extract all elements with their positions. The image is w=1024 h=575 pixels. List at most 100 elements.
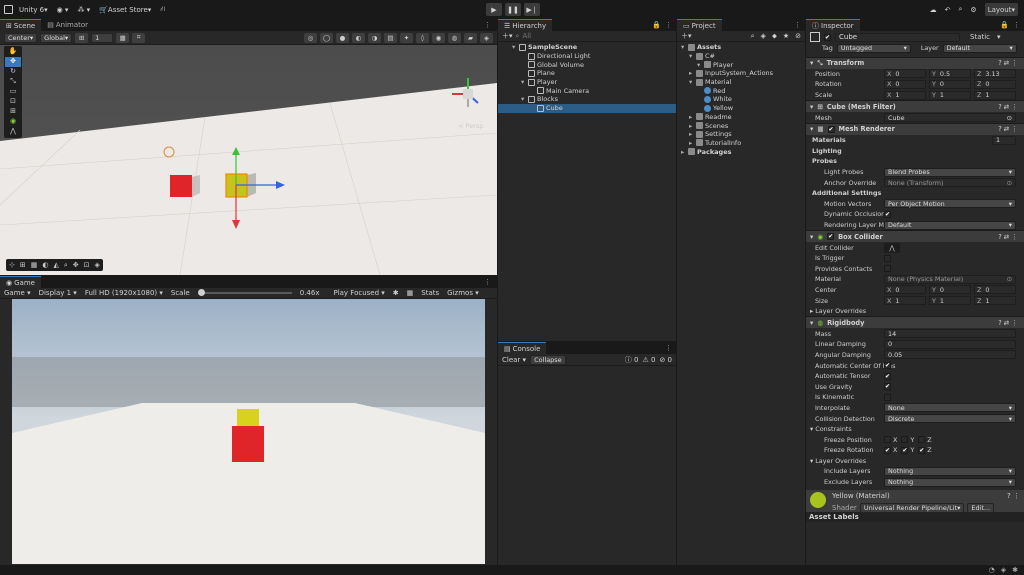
material-header[interactable]: Yellow (Material) Shader Universal Render… bbox=[806, 490, 1024, 514]
transform-header[interactable]: ▾ ⤡ Transform? ⇄ ⋮ bbox=[806, 56, 1024, 69]
active-checkbox[interactable]: ✔ bbox=[824, 33, 831, 41]
size-x[interactable]: X1 bbox=[884, 296, 926, 306]
project-item[interactable]: ▸ InputSystem_Actions bbox=[677, 69, 805, 78]
pivot-dropdown[interactable]: Center ▾ bbox=[4, 32, 38, 43]
expand-arrow-icon[interactable]: ▸ bbox=[689, 130, 696, 138]
light-probes-dropdown[interactable]: Blend Probes ▾ bbox=[884, 167, 1016, 177]
source-control-icon[interactable]: ⛙ bbox=[157, 3, 168, 16]
project-item[interactable]: ▸ Settings bbox=[677, 130, 805, 139]
scale-x[interactable]: X1 bbox=[884, 90, 926, 100]
project-item[interactable]: ▾ Assets bbox=[677, 43, 805, 52]
edit-collider-tool-icon[interactable]: ⋀ bbox=[5, 127, 21, 137]
auto-tensor-checkbox[interactable]: ✔ bbox=[884, 372, 891, 380]
freeze-rot-y[interactable]: ✔ bbox=[901, 446, 909, 454]
mute-audio-icon[interactable]: ✱ bbox=[393, 289, 399, 297]
2d-toggle-icon[interactable]: ▤ bbox=[384, 32, 397, 43]
mass-field[interactable]: 14 bbox=[884, 329, 1016, 339]
expand-arrow-icon[interactable]: ▸ bbox=[689, 139, 696, 147]
settings-icon[interactable]: ⚙ bbox=[970, 6, 976, 14]
view-left-icon[interactable]: ⊞ bbox=[20, 261, 26, 269]
project-menu-icon[interactable]: ⋮ bbox=[794, 21, 801, 29]
materials-row[interactable]: Materials 1 bbox=[806, 135, 1024, 146]
hierarchy-lock-icon[interactable]: 🔒 bbox=[652, 21, 661, 29]
project-search-icon[interactable]: ⌕ bbox=[751, 32, 755, 41]
materials-count[interactable]: 1 bbox=[992, 135, 1016, 145]
lighting-toggle-icon[interactable]: ✦ bbox=[400, 32, 413, 43]
exclude-layers-dropdown[interactable]: Nothing ▾ bbox=[884, 477, 1016, 487]
layout-dropdown[interactable]: Layout ▾ bbox=[984, 3, 1018, 16]
audio-toggle-icon[interactable]: ◊ bbox=[416, 32, 429, 43]
box-collider-menu-icon[interactable]: ? ⇄ ⋮ bbox=[998, 233, 1018, 241]
mesh-filter-menu-icon[interactable]: ? ⇄ ⋮ bbox=[998, 103, 1018, 111]
center-z[interactable]: Z0 bbox=[974, 285, 1016, 295]
expand-arrow-icon[interactable]: ▾ bbox=[521, 95, 528, 103]
additional-settings-row[interactable]: Additional Settings bbox=[806, 188, 1024, 199]
freeze-rot-x[interactable]: ✔ bbox=[884, 446, 891, 454]
scale-slider[interactable] bbox=[197, 289, 292, 296]
hierarchy-item[interactable]: ▾ SampleScene bbox=[498, 43, 676, 52]
log-filter-button[interactable]: ⓘ 0 bbox=[625, 355, 639, 365]
pause-button[interactable]: ❚❚ bbox=[505, 3, 521, 16]
tab-inspector[interactable]: ⓘ Inspector bbox=[806, 19, 860, 31]
project-hidden-icon[interactable]: ⊘ bbox=[795, 32, 801, 40]
expand-arrow-icon[interactable]: ▸ bbox=[681, 148, 688, 156]
expand-arrow-icon[interactable]: ▸ bbox=[689, 113, 696, 121]
size-y[interactable]: Y1 bbox=[929, 296, 971, 306]
edit-collider-button[interactable]: ⋀ bbox=[884, 242, 900, 253]
resolution-dropdown[interactable]: Full HD (1920x1080) ▾ bbox=[85, 289, 163, 297]
view-orbit-icon[interactable]: ◐ bbox=[42, 261, 48, 269]
hand-tool-icon[interactable]: ✋ bbox=[5, 47, 21, 57]
static-dropdown[interactable]: ▾ bbox=[997, 33, 1001, 41]
position-x[interactable]: X0 bbox=[884, 69, 926, 79]
project-star-icon[interactable]: ★ bbox=[783, 32, 789, 40]
center-x[interactable]: X0 bbox=[884, 285, 926, 295]
freeze-pos-x[interactable] bbox=[884, 436, 891, 444]
shading-solid-icon[interactable]: ● bbox=[336, 32, 349, 43]
shader-dropdown[interactable]: Universal Render Pipeline/Lit ▾ bbox=[859, 503, 965, 514]
view-frame-icon[interactable]: ⊡ bbox=[84, 261, 90, 269]
motion-vectors-dropdown[interactable]: Per Object Motion ▾ bbox=[884, 199, 1016, 209]
rotate-tool-icon[interactable]: ↻ bbox=[5, 67, 21, 77]
project-item[interactable]: ▸ Readme bbox=[677, 113, 805, 122]
linear-damping-field[interactable]: 0 bbox=[884, 339, 1016, 349]
rigidbody-menu-icon[interactable]: ? ⇄ ⋮ bbox=[998, 319, 1018, 327]
search-icon[interactable]: ⌕ bbox=[958, 5, 962, 14]
mesh-filter-header[interactable]: ▾ ⊞ Cube (Mesh Filter)? ⇄ ⋮ bbox=[806, 100, 1024, 113]
clear-button[interactable]: Clear ▾ bbox=[502, 356, 526, 364]
freeze-pos-y[interactable] bbox=[901, 436, 909, 444]
warning-filter-button[interactable]: ⚠ 0 bbox=[642, 356, 655, 364]
interpolate-dropdown[interactable]: None ▾ bbox=[884, 403, 1016, 413]
tab-console[interactable]: ▤ Console bbox=[498, 342, 547, 354]
expand-arrow-icon[interactable]: ▾ bbox=[521, 78, 528, 86]
box-collider-enabled[interactable]: ✔ bbox=[827, 233, 835, 241]
hierarchy-item[interactable]: ▾ Player bbox=[498, 78, 676, 87]
static-toggle[interactable]: Static bbox=[970, 33, 990, 41]
rigidbody-layer-overrides-row[interactable]: ▾ Layer Overrides bbox=[806, 456, 1024, 467]
collision-detection-dropdown[interactable]: Discrete ▾ bbox=[884, 414, 1016, 424]
shading-mode-icon[interactable]: ◑ bbox=[368, 32, 381, 43]
cloud-button[interactable]: ⁂ ▾ bbox=[74, 3, 93, 16]
provides-contacts-checkbox[interactable] bbox=[884, 265, 891, 273]
expand-arrow-icon[interactable]: ▸ bbox=[689, 122, 696, 130]
angular-damping-field[interactable]: 0.05 bbox=[884, 350, 1016, 360]
frame-debugger-icon[interactable]: ▦ bbox=[407, 289, 414, 297]
project-item[interactable]: ▸ Scenes bbox=[677, 121, 805, 130]
panel-menu-icon[interactable]: ⋮ bbox=[484, 21, 491, 29]
layer-dropdown[interactable]: Default ▾ bbox=[942, 43, 1017, 53]
project-filter-icon[interactable]: ◈ bbox=[761, 32, 766, 40]
dynamic-occlusion-checkbox[interactable]: ✔ bbox=[884, 210, 891, 218]
tag-dropdown[interactable]: Untagged ▾ bbox=[836, 43, 911, 53]
scale-y[interactable]: Y1 bbox=[929, 90, 971, 100]
play-button[interactable]: ▶ bbox=[486, 3, 502, 16]
inspector-lock-icon[interactable]: 🔒 bbox=[1000, 21, 1009, 29]
auto-com-checkbox[interactable]: ✔ bbox=[884, 362, 891, 370]
asset-store-button[interactable]: 🛒 Asset Store ▾ bbox=[96, 3, 154, 16]
status-cache-icon[interactable]: ◈ bbox=[1001, 566, 1006, 574]
tab-game[interactable]: ◉ Game bbox=[0, 276, 41, 288]
project-add-icon[interactable]: ＋▾ bbox=[681, 31, 692, 41]
error-filter-button[interactable]: ⊘ 0 bbox=[659, 356, 672, 364]
shader-edit-button[interactable]: Edit... bbox=[967, 503, 995, 514]
box-collider-header[interactable]: ▾ ◉ ✔ Box Collider? ⇄ ⋮ bbox=[806, 230, 1024, 243]
hierarchy-item[interactable]: Cube bbox=[498, 103, 676, 113]
stats-button[interactable]: Stats bbox=[421, 289, 439, 297]
